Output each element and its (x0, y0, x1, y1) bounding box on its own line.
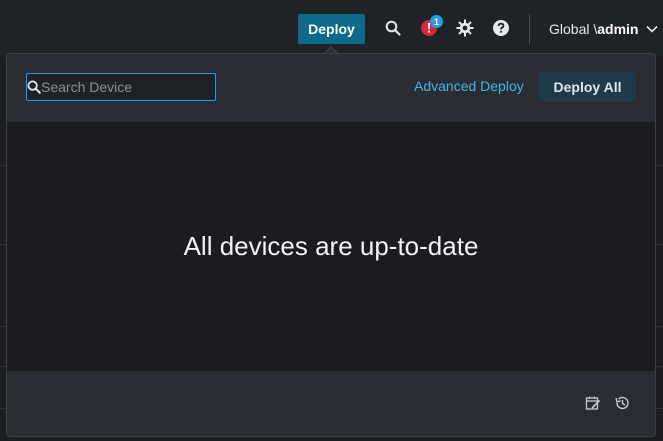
gear-icon[interactable] (454, 17, 476, 39)
notification-count-badge: 1 (430, 15, 443, 28)
deploy-button[interactable]: Deploy (298, 14, 365, 44)
deploy-all-button[interactable]: Deploy All (539, 72, 636, 101)
domain-user-switcher[interactable]: Global \ admin (549, 19, 659, 39)
history-icon[interactable] (613, 394, 631, 412)
topbar-divider (529, 14, 530, 44)
deploy-panel-header: Advanced Deploy Deploy All (7, 54, 655, 122)
deploy-panel-body: All devices are up-to-date (7, 122, 655, 371)
user-name: admin (597, 21, 639, 37)
search-icon (27, 74, 41, 100)
deploy-panel: Advanced Deploy Deploy All All devices a… (6, 53, 656, 437)
search-device-input[interactable] (41, 75, 226, 99)
advanced-deploy-link[interactable]: Advanced Deploy (414, 78, 524, 94)
domain-label: Global \ (549, 21, 598, 37)
search-device-box[interactable] (26, 73, 226, 101)
deployment-edit-icon[interactable] (584, 394, 602, 412)
deploy-panel-footer (7, 371, 655, 436)
empty-state-message: All devices are up-to-date (183, 231, 479, 261)
search-icon[interactable] (382, 17, 404, 39)
chevron-down-icon (646, 23, 659, 35)
help-icon[interactable] (490, 17, 512, 39)
